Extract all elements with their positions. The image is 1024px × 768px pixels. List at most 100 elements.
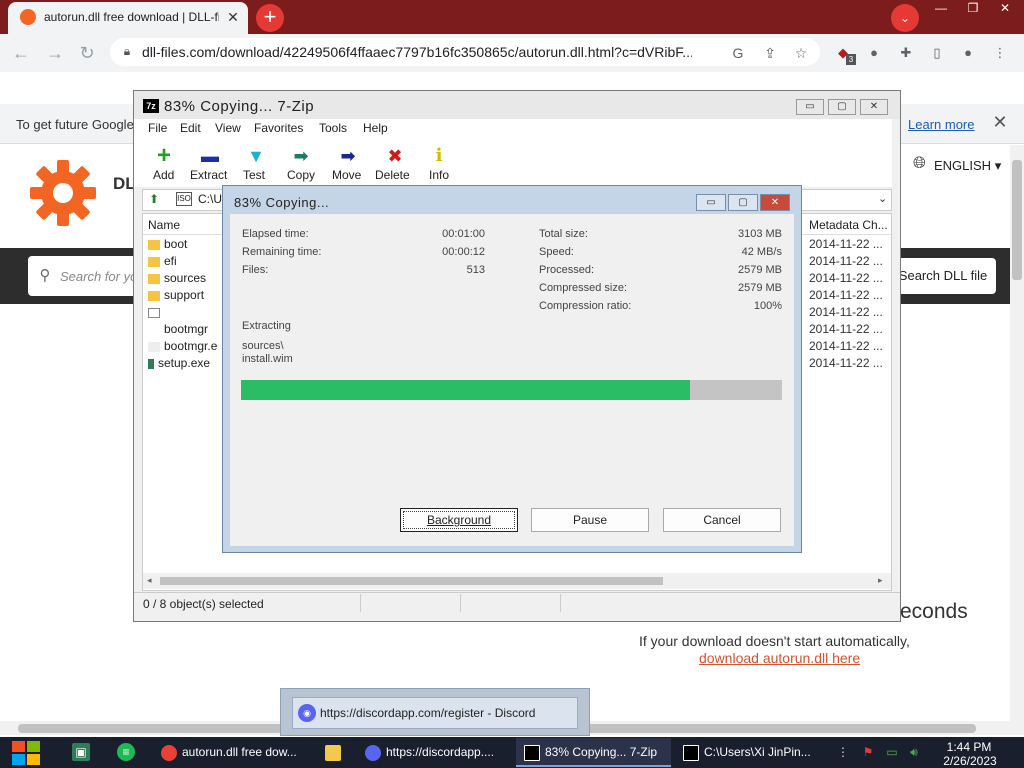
dll-files-gear-logo-icon[interactable] <box>28 158 98 228</box>
list-item[interactable]: bootmgr.e <box>148 339 217 356</box>
menu-view[interactable]: View <box>215 121 241 135</box>
list-item[interactable]: support <box>148 288 204 305</box>
terminal-icon <box>683 744 699 761</box>
dialog-maximize-button[interactable]: ▢ <box>728 194 758 211</box>
extract-button[interactable]: Extract <box>190 168 227 182</box>
file-list-scroll-thumb[interactable] <box>160 577 663 585</box>
clock-date[interactable]: 2/26/2023 <box>936 754 1004 768</box>
metadata-cell: 2014-11-22 ... <box>809 322 883 336</box>
discord-icon: ◉ <box>298 704 316 722</box>
taskbar-item-cmd[interactable]: C:\Users\Xi JinPin... <box>675 738 825 767</box>
taskbar-item-discord[interactable]: https://discordapp.... <box>357 738 512 767</box>
file-icon <box>148 341 160 352</box>
copy-button[interactable]: Copy <box>287 168 315 182</box>
dialog-minimize-button[interactable]: ▭ <box>696 194 726 211</box>
clock-time[interactable]: 1:44 PM <box>944 740 994 754</box>
column-header-name[interactable]: Name <box>148 218 180 232</box>
windows-start-icon[interactable] <box>10 738 42 767</box>
copy-icon[interactable]: ➡ <box>289 146 313 166</box>
discord-icon <box>365 744 381 761</box>
extension-avatar-icon[interactable]: ● <box>864 43 884 63</box>
scroll-right-icon[interactable]: ▸ <box>878 575 883 586</box>
status-divider <box>460 594 461 612</box>
test-icon[interactable]: ▼ <box>244 146 268 166</box>
task-view-icon[interactable]: ▣ <box>72 743 90 761</box>
background-button[interactable]: Background <box>400 508 518 532</box>
taskbar-item-7zip[interactable]: 83% Copying... 7-Zip <box>516 738 671 767</box>
menu-help[interactable]: Help <box>363 121 388 135</box>
tab-close-icon[interactable]: ✕ <box>224 8 242 26</box>
dll-files-favicon-icon <box>20 9 36 25</box>
search-dll-button[interactable]: Search DLL file <box>890 258 996 294</box>
volume-icon[interactable]: 🔊︎ <box>906 744 922 760</box>
taskbar-item-explorer[interactable] <box>317 738 353 767</box>
dialog-close-button[interactable]: ✕ <box>760 194 790 211</box>
auto-download-text: If your download doesn't start automatic… <box>639 633 910 649</box>
address-text[interactable]: C:\U <box>198 192 222 206</box>
url-text[interactable]: dll-files.com/download/42249506f4ffaaec7… <box>142 44 692 60</box>
test-button[interactable]: Test <box>243 168 265 182</box>
browser-maximize-button[interactable]: ❐ <box>957 0 989 18</box>
move-button[interactable]: Move <box>332 168 361 182</box>
learn-more-link[interactable]: Learn more <box>908 117 974 132</box>
move-icon[interactable]: ➡ <box>336 146 360 166</box>
add-button[interactable]: Add <box>153 168 174 182</box>
add-icon[interactable]: + <box>152 144 176 168</box>
7zip-maximize-button[interactable]: ▢ <box>828 99 856 115</box>
menu-file[interactable]: File <box>148 121 167 135</box>
list-item[interactable]: efi <box>148 254 177 271</box>
list-item[interactable]: setup.exe <box>148 356 210 373</box>
forward-arrow-icon[interactable]: → <box>44 42 66 64</box>
download-link[interactable]: download autorun.dll here <box>699 650 860 666</box>
extensions-puzzle-icon[interactable]: ✚ <box>896 43 916 63</box>
profile-icon[interactable]: ● <box>958 43 978 63</box>
bookmark-star-icon[interactable]: ☆ <box>791 43 811 63</box>
extract-icon[interactable]: ▬ <box>198 146 222 166</box>
column-header-metadata[interactable]: Metadata Ch... <box>809 218 888 232</box>
files-label: Files: <box>242 264 269 276</box>
network-icon[interactable]: ▭ <box>884 744 900 760</box>
flag-icon[interactable]: ⚑ <box>860 744 876 760</box>
tab-search-button[interactable]: ⌄ <box>891 4 919 32</box>
scroll-left-icon[interactable]: ◂ <box>147 575 152 586</box>
cancel-button[interactable]: Cancel <box>663 508 781 532</box>
tray-overflow-icon[interactable]: ⋮ <box>835 744 851 760</box>
menu-favorites[interactable]: Favorites <box>254 121 303 135</box>
disk-image-icon: ISO <box>176 192 192 206</box>
info-button[interactable]: Info <box>429 168 449 182</box>
info-icon[interactable]: i <box>427 146 451 166</box>
language-selector[interactable]: ENGLISH ▾ <box>934 158 1001 174</box>
chrome-menu-icon[interactable]: ⋮ <box>990 43 1010 63</box>
pause-button[interactable]: Pause <box>531 508 649 532</box>
metadata-cell: 2014-11-22 ... <box>809 339 883 353</box>
search-icon: ⚲ <box>39 267 51 284</box>
browser-minimize-button[interactable]: — <box>925 0 957 18</box>
back-arrow-icon[interactable]: ← <box>10 42 32 64</box>
google-lens-icon[interactable]: G <box>728 43 748 63</box>
metadata-cell: 2014-11-22 ... <box>809 254 883 268</box>
delete-button[interactable]: Delete <box>375 168 410 182</box>
menu-edit[interactable]: Edit <box>180 121 201 135</box>
list-item[interactable]: sources <box>148 271 206 288</box>
share-icon[interactable]: ⇪ <box>760 43 780 63</box>
list-item[interactable]: bootmgr <box>148 322 208 339</box>
7zip-minimize-button[interactable]: ▭ <box>796 99 824 115</box>
page-vertical-scroll-thumb[interactable] <box>1012 160 1022 280</box>
globe-icon[interactable]: 🌐︎ <box>913 155 926 173</box>
current-file: install.wim <box>242 353 293 365</box>
folder-up-icon[interactable]: ⬆ <box>146 192 162 208</box>
7zip-close-button[interactable]: ✕ <box>860 99 888 115</box>
spotify-icon[interactable]: ≡ <box>117 743 135 761</box>
list-item[interactable]: boot <box>148 237 187 254</box>
address-dropdown-icon[interactable]: ⌄ <box>878 192 887 205</box>
infobar-close-icon[interactable]: ✕ <box>990 112 1010 136</box>
new-tab-button[interactable]: + <box>256 4 284 32</box>
browser-close-button[interactable]: ✕ <box>989 0 1021 18</box>
lock-icon[interactable]: 🔒︎ <box>120 44 134 60</box>
reload-icon[interactable]: ↻ <box>76 42 98 64</box>
delete-icon[interactable]: ✖ <box>383 146 407 166</box>
7zip-icon <box>524 744 540 761</box>
menu-tools[interactable]: Tools <box>319 121 347 135</box>
side-panel-icon[interactable]: ▯ <box>927 43 947 63</box>
list-item[interactable] <box>148 305 164 322</box>
